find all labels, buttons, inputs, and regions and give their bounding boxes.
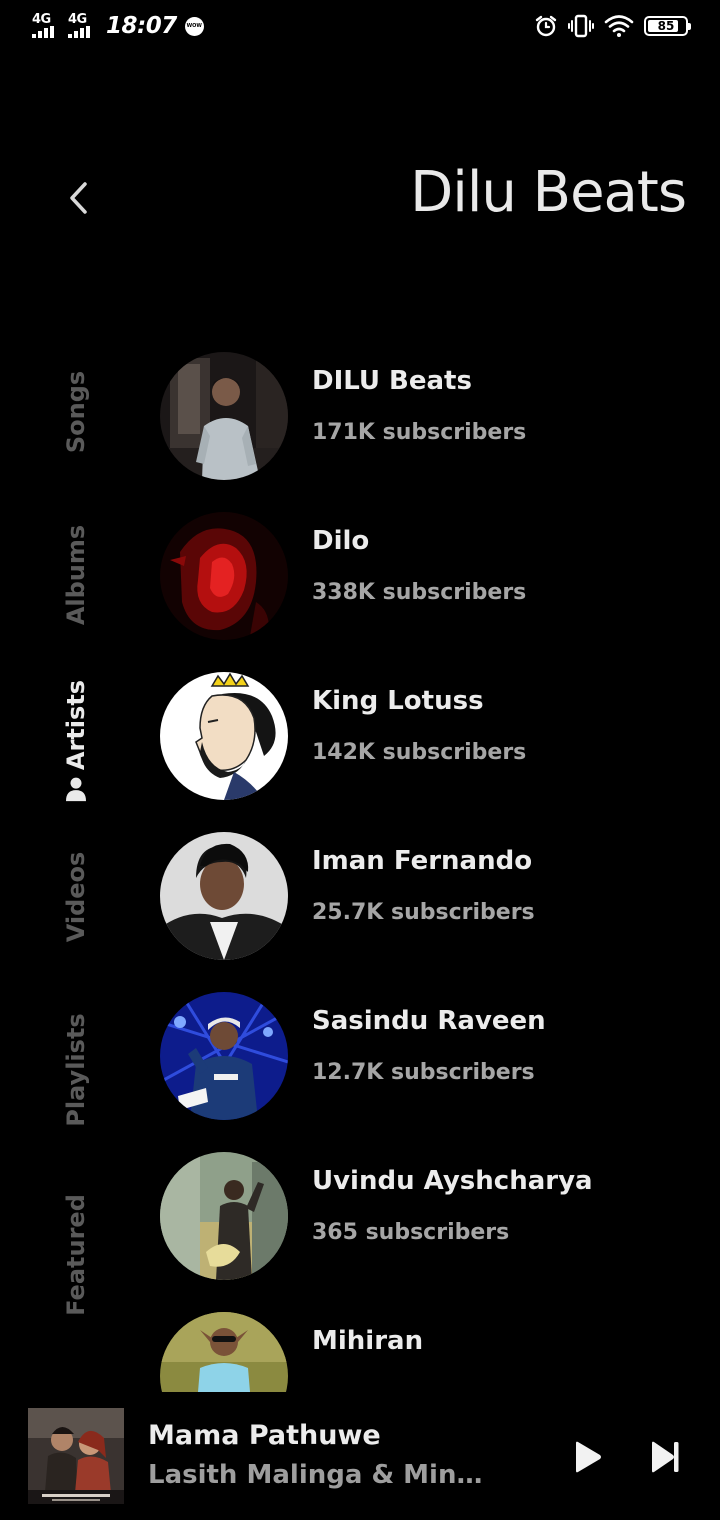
avatar xyxy=(160,1152,288,1280)
artist-name: DILU Beats xyxy=(312,366,472,396)
tab-albums[interactable]: Albums xyxy=(62,525,90,625)
subscriber-count: 365 subscribers xyxy=(312,1220,510,1245)
artist-name: King Lotuss xyxy=(312,686,484,716)
tab-label: Playlists xyxy=(62,1013,90,1127)
avatar xyxy=(160,512,288,640)
artist-name: Iman Fernando xyxy=(312,846,533,876)
tab-playlists[interactable]: Playlists xyxy=(62,1013,90,1126)
artist-name: Mihiran xyxy=(312,1326,424,1356)
carrier-badge-label: WOW xyxy=(186,23,202,29)
status-right: 85 xyxy=(524,14,691,38)
artist-row[interactable]: Uvindu Ayshcharya 365 subscribers xyxy=(160,1152,700,1280)
subscriber-count: 338K subscribers xyxy=(312,580,527,605)
skip-next-icon xyxy=(652,1441,679,1473)
vibrate-icon xyxy=(568,14,594,38)
tab-label: Albums xyxy=(62,524,90,626)
subscriber-count: 25.7K subscribers xyxy=(312,900,535,925)
avatar xyxy=(160,832,288,960)
status-bar: 4G 4G 18:07 WOW 85 xyxy=(0,0,720,54)
wifi-icon xyxy=(604,14,634,38)
subscriber-count: 142K subscribers xyxy=(312,740,527,765)
subscriber-count: 171K subscribers xyxy=(312,420,527,445)
artist-row[interactable]: DILU Beats 171K subscribers xyxy=(160,352,700,480)
chevron-left-icon xyxy=(70,182,87,214)
battery-percent: 85 xyxy=(657,19,675,33)
subscriber-count: 12.7K subscribers xyxy=(312,1060,535,1085)
artist-row[interactable]: Sasindu Raveen 12.7K subscribers xyxy=(160,992,700,1120)
battery-icon: 85 xyxy=(644,16,691,36)
artist-name: Uvindu Ayshcharya xyxy=(312,1166,593,1196)
play-button[interactable] xyxy=(566,1436,608,1478)
network-type-label: 4G xyxy=(32,12,51,27)
back-button[interactable] xyxy=(56,172,100,224)
tab-label: Artists xyxy=(62,679,90,771)
signal-icon xyxy=(68,26,90,38)
alarm-icon xyxy=(534,14,558,38)
signal-icon xyxy=(32,26,54,38)
category-nav: Songs Albums Artists Videos Playlists Fe… xyxy=(0,330,150,1390)
next-button[interactable] xyxy=(644,1436,686,1478)
tab-label: Songs xyxy=(62,370,90,454)
page-title: Dilu Beats xyxy=(410,160,687,225)
tab-featured[interactable]: Featured xyxy=(62,1194,90,1316)
play-icon xyxy=(576,1441,601,1473)
track-title: Mama Pathuwe xyxy=(148,1420,381,1451)
tab-label: Videos xyxy=(62,851,90,943)
carrier-badge-icon: WOW xyxy=(184,16,204,36)
artist-row[interactable]: King Lotuss 142K subscribers xyxy=(160,672,700,800)
tab-label: Featured xyxy=(62,1194,90,1316)
status-time: 18:07 xyxy=(106,13,177,39)
avatar xyxy=(160,672,288,800)
artist-name: Dilo xyxy=(312,526,370,556)
avatar xyxy=(160,352,288,480)
artist-row[interactable]: Iman Fernando 25.7K subscribers xyxy=(160,832,700,960)
network-indicator-2: 4G xyxy=(66,12,96,40)
network-indicator-1: 4G xyxy=(30,12,60,40)
tab-videos[interactable]: Videos xyxy=(62,852,90,943)
person-icon xyxy=(65,776,87,802)
tab-artists[interactable]: Artists xyxy=(62,679,90,802)
artist-row[interactable]: Dilo 338K subscribers xyxy=(160,512,700,640)
tab-songs[interactable]: Songs xyxy=(62,371,90,453)
network-type-label: 4G xyxy=(68,12,87,27)
mini-player[interactable]: Mama Pathuwe Lasith Malinga & Minur... xyxy=(0,1392,720,1520)
avatar xyxy=(160,992,288,1120)
artist-list: DILU Beats 171K subscribers Dilo 338K su… xyxy=(150,330,720,1392)
artist-name: Sasindu Raveen xyxy=(312,1006,546,1036)
track-artist: Lasith Malinga & Minur... xyxy=(148,1460,500,1490)
album-art xyxy=(28,1408,124,1504)
artist-row[interactable]: Mihiran xyxy=(160,1312,700,1392)
status-left: 4G 4G 18:07 WOW xyxy=(30,12,204,40)
avatar xyxy=(160,1312,288,1392)
